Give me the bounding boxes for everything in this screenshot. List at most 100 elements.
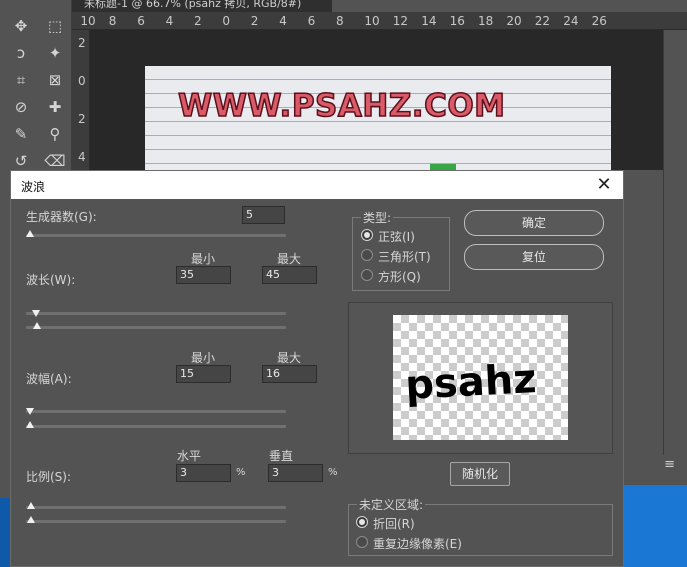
ruler-tick-label: 2 xyxy=(78,36,86,50)
healing-brush-icon[interactable]: ✚ xyxy=(42,96,68,118)
frame-icon[interactable]: ⊠ xyxy=(42,69,68,91)
stamp-icon[interactable]: ⚲ xyxy=(42,123,68,145)
scale-horizontal-percent: % xyxy=(236,467,246,478)
wrap-around-label: 折回(R) xyxy=(373,517,415,531)
crop-icon[interactable]: ⌗ xyxy=(8,69,34,91)
randomize-button[interactable]: 随机化 xyxy=(450,462,510,486)
type-triangle-label: 三角形(T) xyxy=(378,250,431,264)
preview-text: psahz xyxy=(404,356,537,409)
type-triangle-radio[interactable] xyxy=(361,249,373,261)
type-square-label: 方形(Q) xyxy=(378,270,421,284)
wavelength-max-slider-track[interactable] xyxy=(26,326,286,329)
type-sine-option[interactable]: 正弦(I) xyxy=(361,228,446,244)
ruler-tick-label: 6 xyxy=(137,14,145,28)
repeat-edge-option[interactable]: 重复边缘像素(E) xyxy=(356,535,496,551)
repeat-edge-radio[interactable] xyxy=(356,536,368,548)
ruler-tick-label: 4 xyxy=(165,14,174,28)
wavelength-max-slider-thumb[interactable] xyxy=(33,322,41,329)
ruler-tick-label: 8 xyxy=(336,14,344,28)
vertical-ruler: 2024 xyxy=(72,30,90,190)
ruler-tick-label: 18 xyxy=(478,14,494,28)
move-icon[interactable]: ✥ xyxy=(8,15,34,37)
preview-frame[interactable]: psahz xyxy=(348,302,613,454)
desktop-background xyxy=(624,485,687,567)
amplitude-min-input[interactable]: 15 xyxy=(176,365,231,383)
wavelength-max-header: 最大 xyxy=(277,252,302,266)
horizontal-ruler: 10 8 6 4 2 0 2 4 6 8 10 12 14 16 18 20 22 24 26 xyxy=(72,12,687,30)
ruler-tick-label: 24 xyxy=(563,14,579,28)
wavelength-min-slider-thumb[interactable] xyxy=(32,310,40,317)
amplitude-max-slider-thumb[interactable] xyxy=(26,421,34,428)
desktop-background-left xyxy=(0,498,10,567)
eraser-icon[interactable]: ⌫ xyxy=(42,150,68,172)
scale-horizontal-input[interactable]: 3 xyxy=(176,464,231,482)
repeat-edge-label: 重复边缘像素(E) xyxy=(373,537,462,551)
amplitude-label: 波幅(A): xyxy=(26,372,72,386)
magic-wand-icon[interactable]: ✦ xyxy=(42,42,68,64)
undefined-areas-legend: 未定义区域: xyxy=(359,498,424,512)
scale-vertical-input[interactable]: 3 xyxy=(268,464,323,482)
dialog-titlebar[interactable]: 波浪 ✕ xyxy=(11,171,623,199)
generators-label: 生成器数(G): xyxy=(26,210,97,224)
ruler-tick-label: 10 xyxy=(80,14,96,28)
document-tab[interactable]: 未标题-1 @ 66.7% (psahz 拷贝, RGB/8#) xyxy=(72,0,332,12)
brush-icon[interactable]: ✎ xyxy=(8,123,34,145)
panel-menu-icon[interactable]: ≡ xyxy=(664,457,675,472)
amplitude-max-slider-track[interactable] xyxy=(26,425,286,428)
amplitude-min-slider-thumb[interactable] xyxy=(26,408,34,415)
wavelength-max-input[interactable]: 45 xyxy=(262,266,317,284)
type-sine-radio[interactable] xyxy=(361,229,373,241)
amplitude-min-slider-track[interactable] xyxy=(26,410,286,413)
amplitude-max-input[interactable]: 16 xyxy=(262,365,317,383)
type-triangle-option[interactable]: 三角形(T) xyxy=(361,248,446,264)
ruler-tick-label: 2 xyxy=(78,112,86,126)
ruler-tick-label: 20 xyxy=(506,14,522,28)
ruler-tick-label: 0 xyxy=(78,74,86,88)
ruler-tick-label: 0 xyxy=(222,14,231,28)
type-sine-label: 正弦(I) xyxy=(378,230,415,244)
generators-input[interactable]: 5 xyxy=(242,206,285,224)
wavelength-label: 波长(W): xyxy=(26,273,76,287)
dialog-title: 波浪 xyxy=(21,180,46,194)
history-brush-icon[interactable]: ↺ xyxy=(8,150,34,172)
preview-image: psahz xyxy=(393,315,568,440)
scale-v-slider-thumb[interactable] xyxy=(27,516,35,523)
reset-button[interactable]: 复位 xyxy=(464,244,604,270)
scale-h-slider-track[interactable] xyxy=(26,506,286,509)
right-panel-strip xyxy=(663,30,687,455)
eyedropper-icon[interactable]: ⊘ xyxy=(8,96,34,118)
wrap-around-option[interactable]: 折回(R) xyxy=(356,515,476,531)
type-square-option[interactable]: 方形(Q) xyxy=(361,268,446,284)
ruler-tick-label: 14 xyxy=(421,14,437,28)
amplitude-max-header: 最大 xyxy=(277,351,302,365)
type-square-radio[interactable] xyxy=(361,269,373,281)
wavelength-min-header: 最小 xyxy=(191,252,216,266)
ok-button[interactable]: 确定 xyxy=(464,210,604,236)
wrap-around-radio[interactable] xyxy=(356,516,368,528)
wavelength-min-input[interactable]: 35 xyxy=(176,266,231,284)
generators-slider-thumb[interactable] xyxy=(26,230,34,237)
scale-horizontal-header: 水平 xyxy=(177,449,202,463)
preview-wave-text: psahz xyxy=(404,356,537,409)
scale-vertical-percent: % xyxy=(328,467,338,478)
marquee-icon[interactable]: ⬚ xyxy=(42,15,68,37)
ruler-tick-label: 10 xyxy=(364,14,380,28)
generators-slider-track[interactable] xyxy=(26,234,286,237)
ruler-tick-label: 4 xyxy=(78,150,86,164)
wavelength-min-slider-track[interactable] xyxy=(26,312,286,315)
close-icon[interactable]: ✕ xyxy=(593,174,615,196)
amplitude-min-header: 最小 xyxy=(191,351,216,365)
scale-vertical-header: 垂直 xyxy=(269,449,294,463)
ruler-tick-label: 22 xyxy=(534,14,551,28)
ruler-tick-label: 26 xyxy=(591,14,607,28)
panel-header: ≡ xyxy=(624,455,687,485)
ruler-tick-label: 2 xyxy=(250,14,259,28)
ruler-tick-label: 2 xyxy=(194,14,202,28)
lasso-icon[interactable]: ↄ xyxy=(8,42,34,64)
ruler-tick-label: 12 xyxy=(392,14,409,28)
scale-v-slider-track[interactable] xyxy=(26,520,286,523)
canvas-text-layer: WWW.PSAHZ.COM xyxy=(177,87,506,125)
scale-h-slider-thumb[interactable] xyxy=(27,502,35,509)
ruler-tick-label: 8 xyxy=(108,14,117,28)
ruler-tick-label: 6 xyxy=(307,14,316,28)
